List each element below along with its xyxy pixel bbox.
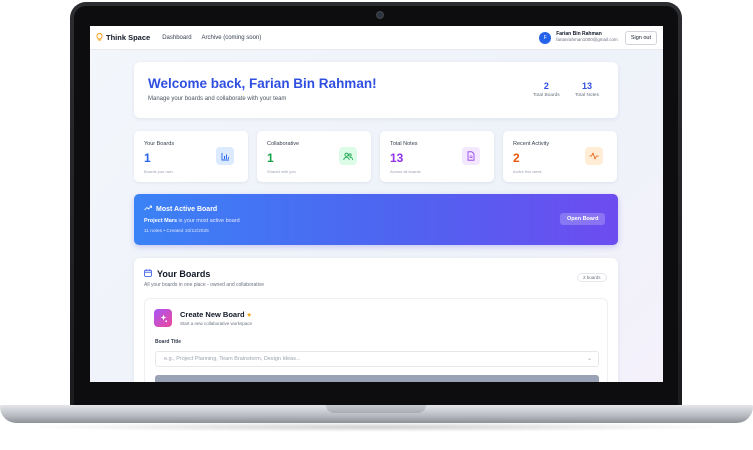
card-your-boards: Your Boards 1 Boards you own bbox=[134, 131, 248, 182]
nav-archive[interactable]: Archive (coming soon) bbox=[202, 35, 262, 41]
total-boards-stat: 2 Total Boards bbox=[533, 81, 560, 98]
lightbulb-icon bbox=[96, 32, 103, 43]
card-collaborative: Collaborative 1 Shared with you bbox=[257, 131, 371, 182]
card-label: Total Notes bbox=[390, 141, 418, 147]
card-label: Recent Activity bbox=[513, 141, 550, 147]
most-active-description: Project Mars is your most active board bbox=[144, 218, 240, 224]
card-value: 1 bbox=[267, 151, 274, 165]
total-boards-label: Total Boards bbox=[533, 93, 560, 98]
card-value: 13 bbox=[390, 151, 404, 165]
sparkles-icon bbox=[154, 309, 172, 327]
your-boards-section: Your Boards All your boards in one place… bbox=[134, 258, 618, 382]
laptop-mockup: Think Space Dashboard Archive (coming so… bbox=[0, 0, 753, 450]
most-active-title: Most Active Board bbox=[156, 205, 218, 213]
board-title-placeholder: e.g., Project Planning, Team Brainstorm,… bbox=[164, 356, 301, 362]
card-label: Your Boards bbox=[144, 141, 175, 147]
card-total-notes: Total Notes 13 Across all boards bbox=[380, 131, 494, 182]
card-label: Collaborative bbox=[267, 141, 300, 147]
nav-dashboard[interactable]: Dashboard bbox=[162, 35, 191, 41]
create-board-button[interactable] bbox=[155, 375, 599, 382]
welcome-card: Welcome back, Farian Bin Rahman! Manage … bbox=[134, 62, 618, 118]
create-board-title-row: Create New Board ✦ bbox=[180, 310, 252, 319]
create-board-title: Create New Board bbox=[180, 310, 245, 319]
star-icon: ✦ bbox=[246, 313, 252, 319]
total-notes-stat: 13 Total Notes bbox=[575, 81, 599, 98]
calendar-icon bbox=[144, 269, 152, 279]
laptop-shadow bbox=[20, 422, 733, 432]
user-email: farianrahman1000@gmail.com bbox=[556, 36, 618, 42]
most-active-title-row: Most Active Board bbox=[144, 205, 217, 213]
app-screen: Think Space Dashboard Archive (coming so… bbox=[90, 26, 663, 382]
board-title-input[interactable]: e.g., Project Planning, Team Brainstorm,… bbox=[155, 351, 599, 367]
card-value: 2 bbox=[513, 151, 520, 165]
page-title: Welcome back, Farian Bin Rahman! bbox=[148, 76, 377, 91]
your-boards-title: Your Boards bbox=[157, 269, 211, 279]
app-name: Think Space bbox=[106, 33, 151, 42]
total-notes-label: Total Notes bbox=[575, 93, 599, 98]
card-sub: Active this week bbox=[513, 169, 542, 174]
chevron-icon: ⌄ bbox=[586, 356, 592, 362]
users-icon bbox=[339, 147, 357, 165]
top-navbar: Think Space Dashboard Archive (coming so… bbox=[90, 26, 663, 50]
card-recent-activity: Recent Activity 2 Active this week bbox=[503, 131, 617, 182]
sign-out-button[interactable]: Sign out bbox=[624, 30, 657, 45]
avatar[interactable]: F bbox=[539, 31, 552, 44]
total-boards-value: 2 bbox=[543, 81, 549, 91]
your-boards-subtitle: All your boards in one place - owned and… bbox=[144, 282, 265, 288]
laptop-notch bbox=[326, 405, 426, 413]
boards-count-badge: 2 boards bbox=[577, 273, 607, 282]
open-board-button[interactable]: Open Board bbox=[560, 213, 606, 225]
activity-icon bbox=[585, 147, 603, 165]
create-board-form: Create New Board ✦ Start a new collaborat… bbox=[144, 298, 608, 382]
stat-cards: Your Boards 1 Boards you own Collaborati… bbox=[134, 131, 618, 182]
board-title-label: Board Title bbox=[155, 339, 182, 345]
welcome-subtitle: Manage your boards and collaborate with … bbox=[148, 96, 287, 102]
app-logo[interactable]: Think Space bbox=[96, 32, 151, 43]
most-active-meta: 11 notes • Created 10/12/2025 bbox=[144, 229, 209, 234]
most-active-desc-text: is your most active board bbox=[177, 218, 240, 224]
card-sub: Boards you own bbox=[144, 169, 173, 174]
webcam-icon bbox=[377, 12, 383, 18]
most-active-board-name: Project Mars bbox=[144, 218, 178, 224]
create-board-subtitle: Start a new collaborative workspace bbox=[180, 321, 253, 326]
most-active-board-banner: Most Active Board Project Mars is your m… bbox=[134, 194, 618, 245]
card-value: 1 bbox=[144, 151, 151, 165]
user-info: Farian Bin Rahman farianrahman1000@gmail… bbox=[556, 32, 618, 42]
document-icon bbox=[462, 147, 480, 165]
card-sub: Shared with you bbox=[267, 169, 296, 174]
total-notes-value: 13 bbox=[581, 81, 592, 91]
card-sub: Across all boards bbox=[390, 169, 421, 174]
trending-up-icon bbox=[144, 205, 152, 213]
chart-icon bbox=[216, 147, 234, 165]
your-boards-title-row: Your Boards bbox=[144, 269, 210, 279]
